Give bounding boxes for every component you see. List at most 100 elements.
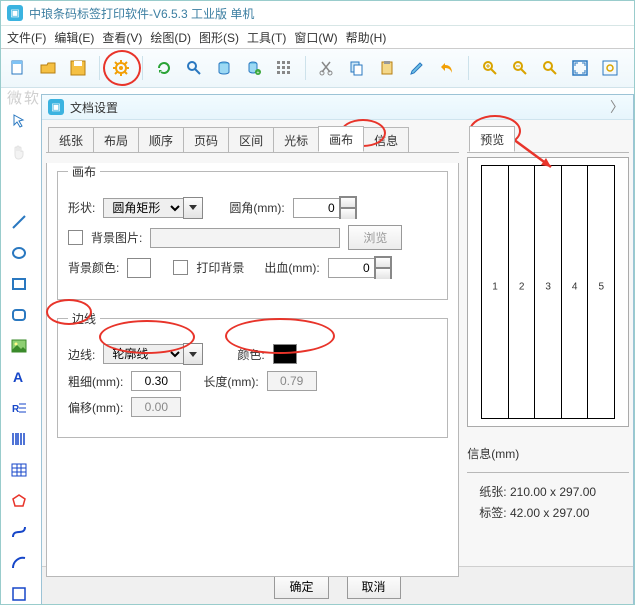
tab-preview[interactable]: 预览 xyxy=(469,126,515,152)
bleed-label: 出血(mm): xyxy=(264,259,319,276)
col-number: 2 xyxy=(519,281,525,292)
grid-icon[interactable] xyxy=(271,55,297,81)
browse-button[interactable]: 浏览 xyxy=(348,225,402,250)
menu-view[interactable]: 查看(V) xyxy=(102,29,142,46)
bgimg-checkbox[interactable] xyxy=(68,230,83,245)
polygon-icon[interactable] xyxy=(7,489,31,513)
arc-icon[interactable] xyxy=(7,551,31,575)
close-icon[interactable]: 〉 xyxy=(607,97,627,117)
menu-window[interactable]: 窗口(W) xyxy=(294,29,337,46)
zoom-region-icon[interactable] xyxy=(597,55,623,81)
thick-input[interactable] xyxy=(131,371,181,391)
menu-help[interactable]: 帮助(H) xyxy=(346,29,387,46)
corner-input[interactable] xyxy=(293,198,339,218)
dialog-icon: ▣ xyxy=(48,99,64,115)
chevron-down-icon[interactable] xyxy=(183,197,203,219)
refresh-icon[interactable] xyxy=(151,55,177,81)
fit-screen-icon[interactable] xyxy=(567,55,593,81)
line-select-input[interactable]: 轮廓线 xyxy=(103,344,183,364)
tab-layout[interactable]: 布局 xyxy=(93,127,139,152)
copy-icon[interactable] xyxy=(344,55,370,81)
zoom-out-icon[interactable] xyxy=(507,55,533,81)
line-color-swatch[interactable] xyxy=(273,344,297,364)
length-input xyxy=(267,371,317,391)
menu-bar[interactable]: 文件(F) 编辑(E) 查看(V) 绘图(D) 图形(S) 工具(T) 窗口(W… xyxy=(1,26,634,49)
bgcolor-label: 背景颜色: xyxy=(68,259,119,276)
document-settings-dialog: ▣ 文档设置 〉 纸张 布局 顺序 页码 区间 光标 画布 信息 xyxy=(41,94,634,604)
tab-canvas[interactable]: 画布 xyxy=(318,126,364,152)
db-add-icon[interactable]: + xyxy=(241,55,267,81)
bleed-spinner[interactable] xyxy=(328,256,392,279)
settings-left-pane: 纸张 布局 顺序 页码 区间 光标 画布 信息 画布 形状: xyxy=(42,120,463,566)
line-icon[interactable] xyxy=(7,210,31,234)
border-legend: 边线 xyxy=(68,310,100,327)
cut-icon[interactable] xyxy=(314,55,340,81)
col-number: 3 xyxy=(545,281,551,292)
bgimg-path-input[interactable] xyxy=(150,228,340,248)
brush-icon[interactable] xyxy=(404,55,430,81)
dialog-title: 文档设置 xyxy=(70,99,118,116)
chevron-down-icon[interactable] xyxy=(183,343,203,365)
dialog-header[interactable]: ▣ 文档设置 〉 xyxy=(42,95,633,120)
menu-edit[interactable]: 编辑(E) xyxy=(54,29,94,46)
zoom-in-icon[interactable] xyxy=(477,55,503,81)
corner-spinner[interactable] xyxy=(293,196,357,219)
settings-right-pane: 预览 1 2 3 4 5 信息(mm) 纸张: 210.00 x 297.00 xyxy=(463,120,633,566)
spin-down-icon[interactable] xyxy=(374,267,392,279)
menu-file[interactable]: 文件(F) xyxy=(7,29,46,46)
zoom-icon[interactable] xyxy=(181,55,207,81)
undo-icon[interactable] xyxy=(434,55,460,81)
svg-text:R: R xyxy=(12,404,20,415)
save-icon[interactable] xyxy=(65,55,91,81)
printbg-checkbox[interactable] xyxy=(173,260,188,275)
left-toolbox: A R xyxy=(3,109,35,605)
ok-button[interactable]: 确定 xyxy=(274,574,328,599)
curve-icon[interactable] xyxy=(7,520,31,544)
settings-icon[interactable] xyxy=(108,55,134,81)
new-icon[interactable] xyxy=(5,55,31,81)
spin-down-icon[interactable] xyxy=(339,207,357,219)
col-number: 1 xyxy=(492,281,498,292)
tab-page[interactable]: 页码 xyxy=(183,127,229,152)
zoom-fit-icon[interactable] xyxy=(537,55,563,81)
tab-order[interactable]: 顺序 xyxy=(138,127,184,152)
hand-icon[interactable] xyxy=(7,140,31,164)
window-title: 中琅条码标签打印软件-V6.5.3 工业版 单机 xyxy=(29,5,254,22)
tab-paper[interactable]: 纸张 xyxy=(48,127,94,152)
paste-icon[interactable] xyxy=(374,55,400,81)
table-icon[interactable] xyxy=(7,458,31,482)
preview-page: 1 2 3 4 5 xyxy=(482,166,614,418)
spin-up-icon[interactable] xyxy=(339,196,357,207)
menu-draw[interactable]: 绘图(D) xyxy=(150,29,191,46)
tab-info[interactable]: 信息 xyxy=(363,127,409,152)
menu-shape[interactable]: 图形(S) xyxy=(199,29,239,46)
preview-col: 5 xyxy=(588,166,614,418)
shape-select[interactable]: 圆角矩形 xyxy=(103,197,203,219)
db-icon[interactable] xyxy=(211,55,237,81)
cancel-button[interactable]: 取消 xyxy=(347,574,401,599)
shape-select-input[interactable]: 圆角矩形 xyxy=(103,198,183,218)
open-icon[interactable] xyxy=(35,55,61,81)
offset-label: 偏移(mm): xyxy=(68,399,123,416)
settings-tabs: 纸张 布局 顺序 页码 区间 光标 画布 信息 xyxy=(46,124,459,153)
menu-tools[interactable]: 工具(T) xyxy=(247,29,286,46)
star-icon[interactable] xyxy=(7,582,31,605)
col-number: 4 xyxy=(572,281,578,292)
barcode-icon[interactable] xyxy=(7,427,31,451)
image-icon[interactable] xyxy=(7,334,31,358)
spin-up-icon[interactable] xyxy=(374,256,392,267)
text-icon[interactable]: A xyxy=(7,365,31,389)
ellipse-icon[interactable] xyxy=(7,272,31,296)
pointer-icon[interactable] xyxy=(7,109,31,133)
rect-icon[interactable] xyxy=(7,241,31,265)
shape-label: 形状: xyxy=(68,199,95,216)
rounded-rect-icon[interactable] xyxy=(7,303,31,327)
bleed-input[interactable] xyxy=(328,258,374,278)
tab-range[interactable]: 区间 xyxy=(228,127,274,152)
tab-cursor[interactable]: 光标 xyxy=(273,127,319,152)
richtext-icon[interactable]: R xyxy=(7,396,31,420)
line-label: 边线: xyxy=(68,346,95,363)
line-select[interactable]: 轮廓线 xyxy=(103,343,203,365)
bgcolor-swatch[interactable] xyxy=(127,258,151,278)
app-window: ▣ 中琅条码标签打印软件-V6.5.3 工业版 单机 文件(F) 编辑(E) 查… xyxy=(0,0,635,605)
